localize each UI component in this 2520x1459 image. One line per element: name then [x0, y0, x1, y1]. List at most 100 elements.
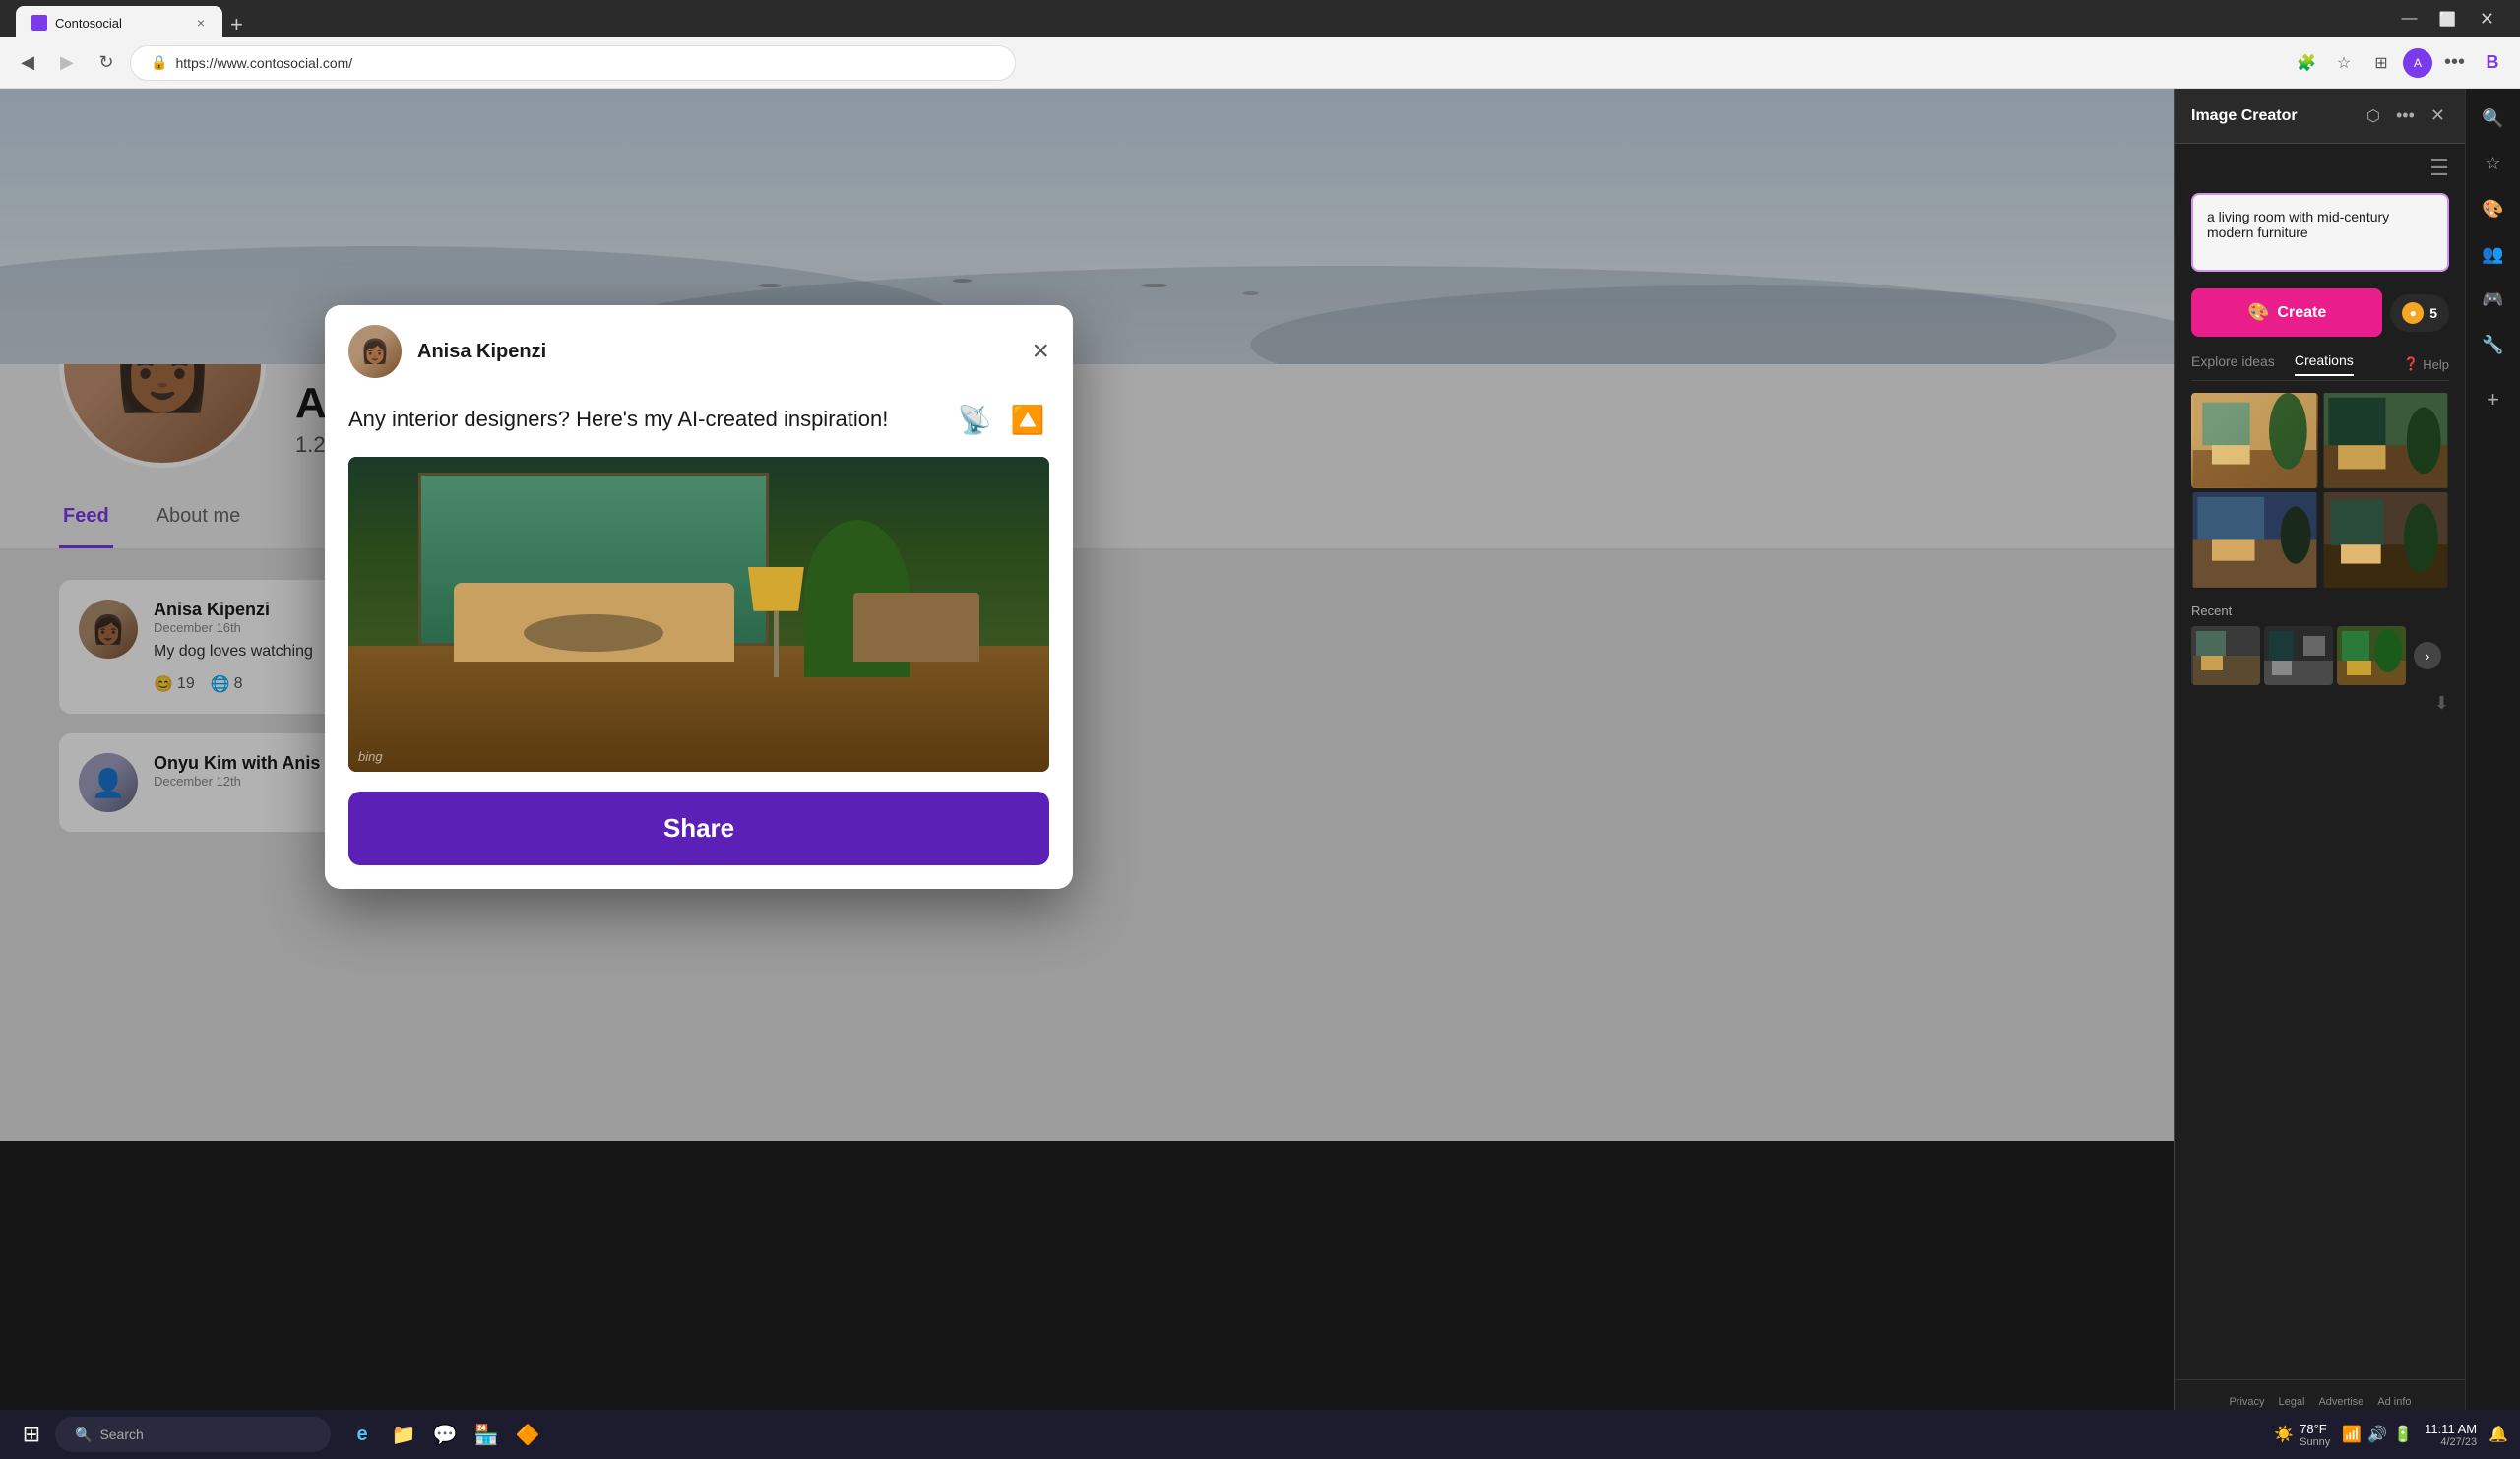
tab-label: Contosocial — [55, 16, 122, 31]
help-button[interactable]: ❓ Help — [2403, 356, 2449, 372]
modal-close-button[interactable]: × — [1032, 337, 1049, 366]
taskbar-explorer-button[interactable]: 📁 — [384, 1415, 423, 1454]
minimize-button[interactable]: — — [2393, 6, 2425, 32]
taskbar: ⊞ 🔍 Search e 📁 💬 🏪 🔶 ☀️ 78°F Sunny 📶 🔊 🔋… — [0, 1410, 2520, 1459]
create-button[interactable]: 🎨 Create — [2191, 288, 2382, 337]
panel-more-button[interactable]: ••• — [2392, 101, 2419, 130]
taskbar-edge-button[interactable]: e — [343, 1415, 382, 1454]
new-tab-button[interactable]: + — [222, 10, 251, 39]
bing-watermark: bing — [358, 749, 383, 764]
weather-desc: Sunny — [2300, 1436, 2330, 1448]
time-display: 11:11 AM — [2425, 1422, 2477, 1436]
modal-user-name: Anisa Kipenzi — [417, 341, 546, 363]
recent-row: › — [2191, 626, 2449, 685]
recent-arrow[interactable]: › — [2414, 642, 2441, 669]
collections-button[interactable]: ⊞ — [2365, 47, 2397, 79]
forward-button[interactable]: ▶ — [51, 47, 83, 79]
sidebar-tools-button[interactable]: 🔧 — [2474, 325, 2513, 364]
recent-thumb-1[interactable] — [2191, 626, 2260, 685]
coin-icon: ● — [2402, 302, 2424, 324]
coins-badge: ● 5 — [2390, 294, 2449, 332]
sidebar-social-button[interactable]: 👥 — [2474, 234, 2513, 274]
weather-temp: 78°F — [2300, 1422, 2330, 1436]
sidebar-add-button[interactable]: + — [2474, 380, 2513, 419]
favorites-button[interactable]: ☆ — [2328, 47, 2360, 79]
edge-sidebar-toggle[interactable]: B — [2477, 47, 2508, 79]
taskbar-store-button[interactable]: 🏪 — [467, 1415, 506, 1454]
tab-explore-ideas[interactable]: Explore ideas — [2191, 353, 2275, 375]
modal-header: 👩🏾 Anisa Kipenzi × — [325, 305, 1073, 398]
profile-button[interactable]: A — [2403, 48, 2432, 78]
image-creator-panel: Image Creator ⬡ ••• ✕ ☰ 🎨 Create ● 5 — [2174, 89, 2465, 1459]
creation-thumb-1[interactable] — [2191, 393, 2318, 488]
date-display: 4/27/23 — [2425, 1436, 2477, 1448]
modal-post-text: Any interior designers? Here's my AI-cre… — [348, 407, 888, 432]
url-text: https://www.contosocial.com/ — [175, 55, 352, 71]
panel-header: Image Creator ⬡ ••• ✕ — [2175, 89, 2465, 144]
modal-user-avatar: 👩🏾 — [348, 325, 402, 378]
weather-icon: ☀️ — [2274, 1425, 2294, 1444]
social-page: 👩🏾 Anisa Kipenzi 1.2k followers Feed Abo… — [0, 89, 2174, 1459]
start-button[interactable]: ⊞ — [12, 1415, 51, 1454]
active-tab[interactable]: Contosocial × — [16, 6, 222, 39]
more-button[interactable]: ••• — [2438, 47, 2471, 78]
panel-body: 🎨 Create ● 5 Explore ideas Creations ❓ — [2175, 193, 2465, 1379]
share-button[interactable]: Share — [348, 792, 1049, 865]
legal-link[interactable]: Legal — [2279, 1396, 2305, 1408]
taskbar-apps: e 📁 💬 🏪 🔶 — [343, 1415, 547, 1454]
creation-thumb-4[interactable] — [2322, 492, 2449, 588]
share-modal: 👩🏾 Anisa Kipenzi × Any interior designer… — [325, 305, 1073, 889]
share-icon[interactable]: 🔼 — [1006, 398, 1049, 441]
panel-tabs: Explore ideas Creations ❓ Help — [2191, 352, 2449, 381]
advertise-link[interactable]: Advertise — [2318, 1396, 2363, 1408]
create-icon: 🎨 — [2247, 302, 2269, 323]
sidebar-collections-button[interactable]: 🎨 — [2474, 189, 2513, 228]
tab-creations[interactable]: Creations — [2295, 352, 2354, 376]
panel-hamburger-button[interactable]: ☰ — [2429, 156, 2449, 181]
modal-body: Any interior designers? Here's my AI-cre… — [325, 398, 1073, 889]
volume-icon[interactable]: 🔊 — [2367, 1425, 2387, 1444]
sidebar-search-button[interactable]: 🔍 — [2474, 98, 2513, 138]
system-tray: 📶 🔊 🔋 — [2342, 1425, 2413, 1444]
weather-widget[interactable]: ☀️ 78°F Sunny — [2274, 1422, 2330, 1448]
back-button[interactable]: ◀ — [12, 47, 43, 79]
prompt-textarea[interactable] — [2191, 193, 2449, 272]
creation-thumb-2[interactable] — [2322, 393, 2449, 488]
panel-external-button[interactable]: ⬡ — [2362, 102, 2384, 130]
recent-thumb-2[interactable] — [2264, 626, 2333, 685]
address-bar-row: ◀ ▶ ↻ 🔒 https://www.contosocial.com/ 🧩 ☆… — [0, 37, 2520, 89]
panel-title: Image Creator — [2191, 107, 2355, 125]
tab-close-button[interactable]: × — [195, 15, 207, 31]
create-label: Create — [2277, 304, 2326, 322]
taskbar-edge2-button[interactable]: 🔶 — [508, 1415, 547, 1454]
taskbar-mail-button[interactable]: 💬 — [425, 1415, 465, 1454]
extensions-button[interactable]: 🧩 — [2291, 47, 2322, 79]
recent-thumb-3[interactable] — [2337, 626, 2406, 685]
lock-icon: 🔒 — [151, 54, 167, 71]
refresh-button[interactable]: ↻ — [91, 47, 122, 79]
recent-label: Recent — [2191, 603, 2449, 618]
broadcast-icon[interactable]: 📡 — [953, 398, 996, 441]
notification-button[interactable]: 🔔 — [2488, 1425, 2508, 1444]
sidebar-favorites-button[interactable]: ☆ — [2474, 144, 2513, 183]
search-label: Search — [99, 1427, 143, 1442]
ad-info-link[interactable]: Ad info — [2377, 1396, 2411, 1408]
tab-favicon — [32, 15, 47, 31]
taskbar-search[interactable]: 🔍 Search — [55, 1417, 331, 1452]
creation-thumb-3[interactable] — [2191, 492, 2318, 588]
footer-links: Privacy Legal Advertise Ad info — [2191, 1396, 2449, 1408]
network-icon[interactable]: 📶 — [2342, 1425, 2362, 1444]
maximize-button[interactable]: ⬜ — [2430, 7, 2463, 32]
creations-grid — [2191, 393, 2449, 588]
sidebar-games-button[interactable]: 🎮 — [2474, 280, 2513, 319]
search-icon: 🔍 — [75, 1427, 92, 1443]
panel-close-button[interactable]: ✕ — [2426, 101, 2449, 130]
address-bar[interactable]: 🔒 https://www.contosocial.com/ — [130, 45, 1016, 81]
clock[interactable]: 11:11 AM 4/27/23 — [2425, 1422, 2477, 1448]
coin-count: 5 — [2429, 305, 2437, 321]
scroll-indicator: ⬇ — [2191, 693, 2449, 714]
privacy-link[interactable]: Privacy — [2229, 1396, 2264, 1408]
close-window-button[interactable]: ✕ — [2470, 5, 2504, 33]
generated-image: bing — [348, 457, 1049, 772]
battery-icon[interactable]: 🔋 — [2393, 1425, 2413, 1444]
